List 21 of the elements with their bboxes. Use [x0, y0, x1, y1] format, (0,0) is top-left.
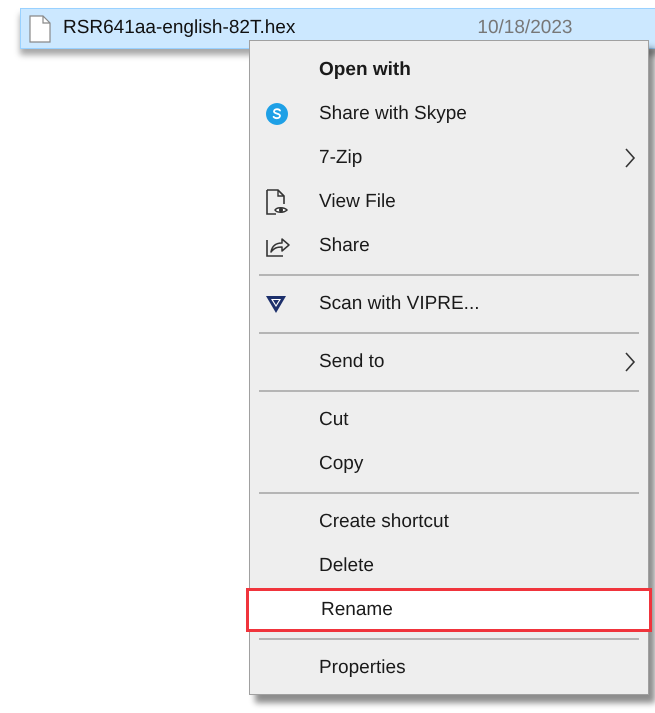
file-date: 10/18/2023	[477, 16, 572, 40]
file-name: RSR641aa-english-82T.hex	[63, 16, 296, 40]
menu-item[interactable]: Send to	[250, 340, 648, 384]
file-icon	[29, 14, 51, 42]
menu-item[interactable]: View File	[250, 180, 648, 224]
menu-item[interactable]: Properties	[250, 646, 648, 690]
chevron-right-icon	[624, 351, 636, 373]
menu-item[interactable]: Share	[250, 224, 648, 268]
menu-item[interactable]: Rename	[246, 588, 652, 632]
menu-item[interactable]: Create shortcut	[250, 500, 648, 544]
menu-item[interactable]: Scan with VIPRE...	[250, 282, 648, 326]
menu-item[interactable]: Delete	[250, 544, 648, 588]
skype-icon	[265, 102, 289, 126]
menu-item[interactable]: Copy	[250, 442, 648, 486]
menu-item[interactable]: Cut	[250, 398, 648, 442]
menu-item[interactable]: Open with	[250, 48, 648, 92]
menu-item[interactable]: 7-Zip	[250, 136, 648, 180]
shield-v-icon	[265, 294, 287, 314]
menu-item[interactable]: Share with Skype	[250, 92, 648, 136]
chevron-right-icon	[624, 147, 636, 169]
file-eye-icon	[265, 188, 289, 216]
